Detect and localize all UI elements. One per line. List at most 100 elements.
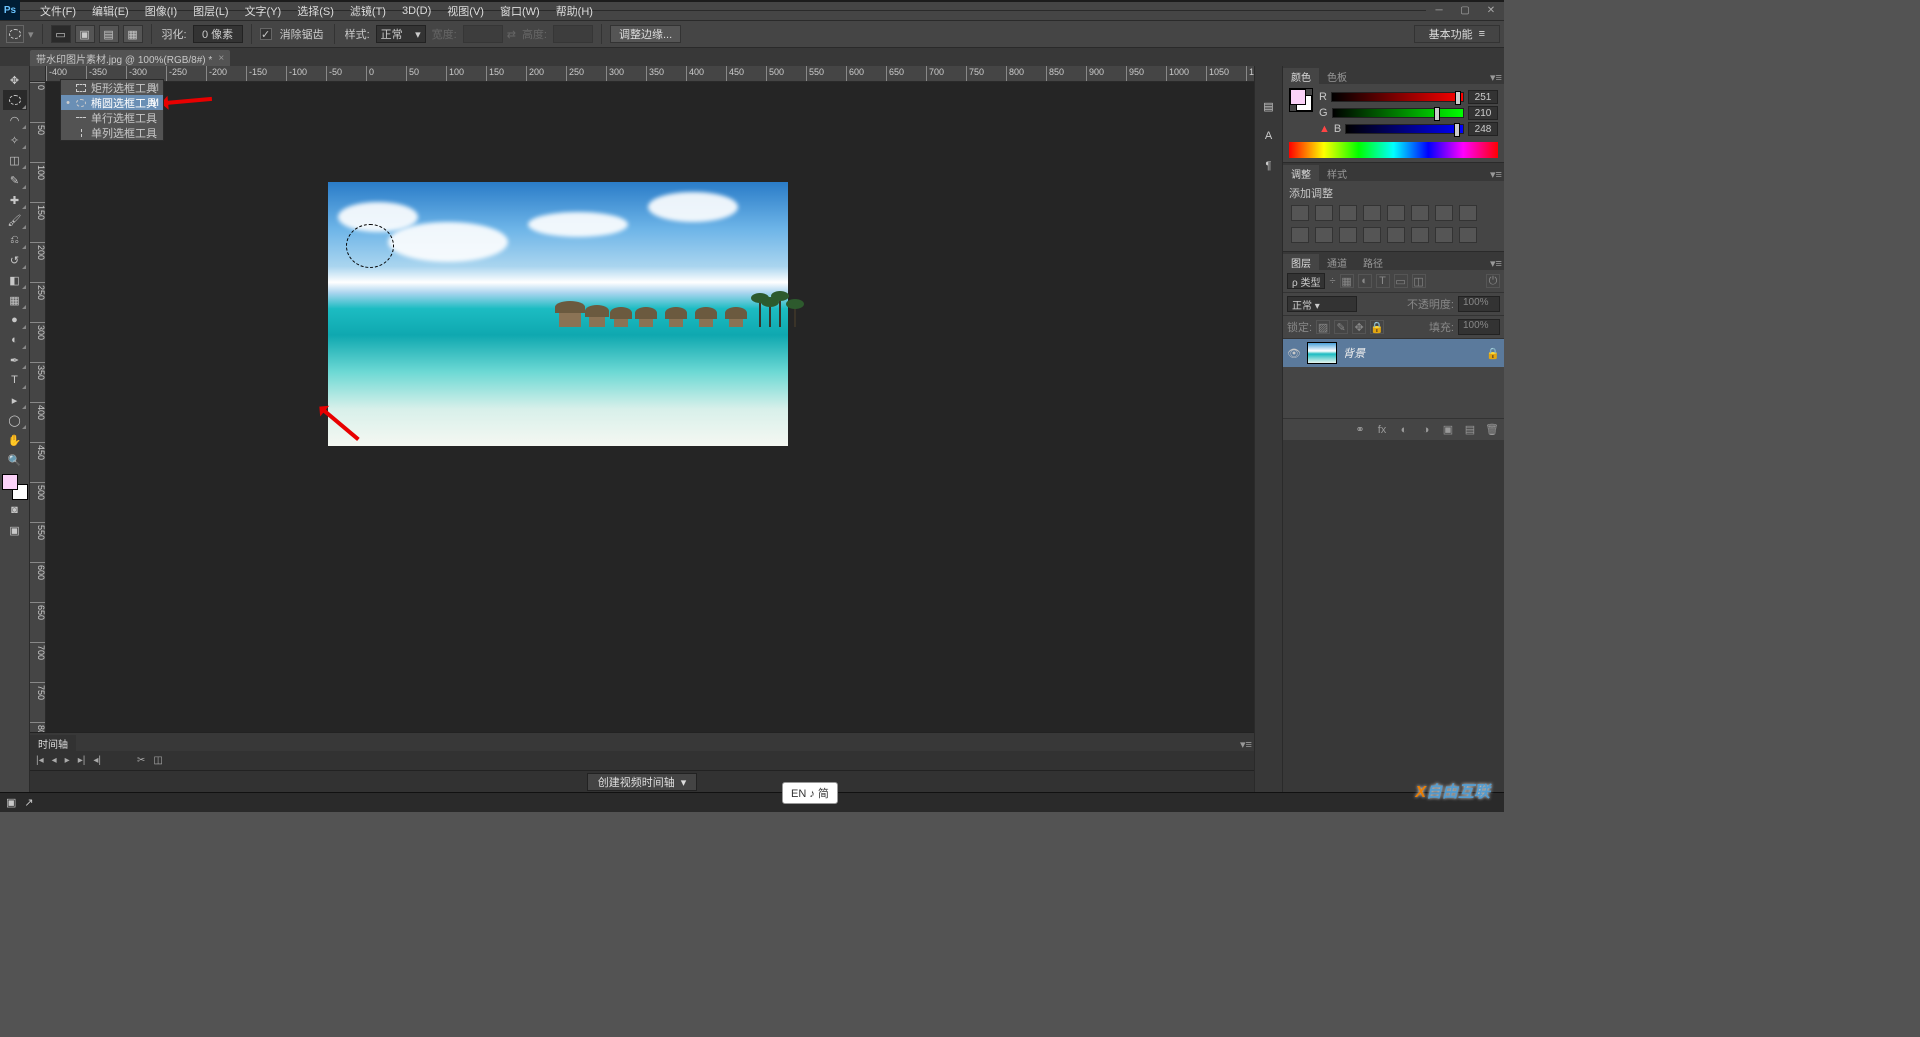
- ruler-horizontal[interactable]: -400-350-300-250-200-150-100-50050100150…: [46, 66, 1254, 82]
- layer-mask-icon[interactable]: ◐: [1396, 422, 1412, 438]
- g-slider[interactable]: [1332, 108, 1464, 118]
- shape-tool[interactable]: ◯: [3, 410, 27, 430]
- workspace-switcher[interactable]: 基本功能 ≡: [1414, 25, 1500, 43]
- g-input[interactable]: [1468, 106, 1498, 120]
- menu-view[interactable]: 视图(V): [439, 1, 492, 21]
- taskbar-icon[interactable]: ↗: [24, 796, 33, 809]
- panel-menu-icon[interactable]: ▾≡: [1488, 257, 1504, 270]
- gradient-map-adjustment-icon[interactable]: [1435, 227, 1453, 243]
- elliptical-marquee-selection[interactable]: [346, 224, 394, 268]
- eraser-tool[interactable]: ◧: [3, 270, 27, 290]
- flyout-elliptical-marquee[interactable]: • 椭圆选框工具M: [61, 95, 163, 110]
- timeline-transition-icon[interactable]: ◫: [153, 755, 162, 766]
- pen-tool[interactable]: ✒: [3, 350, 27, 370]
- lock-all-icon[interactable]: 🔒: [1370, 320, 1384, 334]
- ruler-vertical[interactable]: 0501001502002503003504004505005506006507…: [30, 82, 46, 794]
- selection-add-button[interactable]: ▣: [75, 25, 95, 43]
- dodge-tool[interactable]: ◐: [3, 330, 27, 350]
- menu-select[interactable]: 选择(S): [289, 1, 342, 21]
- lock-position-icon[interactable]: ✥: [1352, 320, 1366, 334]
- tab-color[interactable]: 颜色: [1283, 68, 1319, 84]
- tab-channels[interactable]: 通道: [1319, 254, 1355, 270]
- timeline-first-frame-icon[interactable]: |◂: [36, 755, 44, 766]
- levels-adjustment-icon[interactable]: [1315, 205, 1333, 221]
- menu-image[interactable]: 图像(I): [137, 1, 185, 21]
- menu-layer[interactable]: 图层(L): [185, 1, 236, 21]
- b-slider[interactable]: [1345, 124, 1464, 134]
- photo-filter-adjustment-icon[interactable]: [1291, 227, 1309, 243]
- type-tool[interactable]: T: [3, 370, 27, 390]
- layer-name[interactable]: 背景: [1343, 345, 1480, 361]
- move-tool[interactable]: ✥: [3, 70, 27, 90]
- selection-new-button[interactable]: ▭: [51, 25, 71, 43]
- zoom-tool[interactable]: 🔍: [3, 450, 27, 470]
- menu-help[interactable]: 帮助(H): [548, 1, 601, 21]
- layer-fx-icon[interactable]: fx: [1374, 422, 1390, 438]
- color-balance-adjustment-icon[interactable]: [1435, 205, 1453, 221]
- lasso-tool[interactable]: ◠: [3, 110, 27, 130]
- menu-window[interactable]: 窗口(W): [492, 1, 548, 21]
- marquee-tool[interactable]: [3, 90, 27, 110]
- brush-tool[interactable]: 🖌: [3, 210, 27, 230]
- brightness-adjustment-icon[interactable]: [1291, 205, 1309, 221]
- tab-timeline[interactable]: 时间轴: [30, 735, 76, 751]
- filter-adjust-icon[interactable]: ◐: [1358, 274, 1372, 288]
- filter-toggle[interactable]: ⏻: [1486, 274, 1500, 288]
- window-minimize-button[interactable]: ─: [1426, 3, 1452, 17]
- feather-input[interactable]: [193, 25, 243, 43]
- timeline-next-frame-icon[interactable]: ▸|: [78, 755, 86, 766]
- tab-adjustments[interactable]: 调整: [1283, 165, 1319, 181]
- curves-adjustment-icon[interactable]: [1339, 205, 1357, 221]
- flyout-rectangular-marquee[interactable]: 矩形选框工具M: [61, 80, 163, 95]
- panel-menu-icon[interactable]: ▾≡: [1488, 168, 1504, 181]
- timeline-prev-frame-icon[interactable]: ◂: [52, 755, 57, 766]
- path-selection-tool[interactable]: ▸: [3, 390, 27, 410]
- history-brush-tool[interactable]: ↺: [3, 250, 27, 270]
- gradient-tool[interactable]: ▦: [3, 290, 27, 310]
- taskbar-icon[interactable]: ▣: [6, 796, 16, 809]
- crop-tool[interactable]: ◫: [3, 150, 27, 170]
- document-tab[interactable]: 带水印图片素材.jpg @ 100%(RGB/8#) * ×: [30, 50, 230, 66]
- flyout-single-column-marquee[interactable]: 单列选框工具: [61, 125, 163, 140]
- menu-edit[interactable]: 编辑(E): [84, 1, 137, 21]
- selective-color-adjustment-icon[interactable]: [1459, 227, 1477, 243]
- selection-subtract-button[interactable]: ▤: [99, 25, 119, 43]
- delete-layer-icon[interactable]: 🗑: [1484, 422, 1500, 438]
- menu-type[interactable]: 文字(Y): [237, 1, 290, 21]
- color-preview[interactable]: [1289, 88, 1313, 112]
- antialias-checkbox[interactable]: ✓: [260, 28, 272, 40]
- flyout-single-row-marquee[interactable]: 单行选框工具: [61, 110, 163, 125]
- b-input[interactable]: [1468, 122, 1498, 136]
- document-tab-close-icon[interactable]: ×: [218, 53, 224, 64]
- style-select[interactable]: 正常▾: [376, 25, 426, 43]
- color-lookup-adjustment-icon[interactable]: [1339, 227, 1357, 243]
- timeline-play-icon[interactable]: ▸: [65, 755, 70, 766]
- magic-wand-tool[interactable]: ✧: [3, 130, 27, 150]
- eyedropper-tool[interactable]: ✎: [3, 170, 27, 190]
- blend-mode-select[interactable]: 正常 ▾: [1287, 296, 1357, 312]
- selection-intersect-button[interactable]: ▦: [123, 25, 143, 43]
- layer-filter-kind[interactable]: ρ 类型: [1287, 273, 1325, 289]
- color-spectrum[interactable]: [1289, 142, 1498, 158]
- threshold-adjustment-icon[interactable]: [1411, 227, 1429, 243]
- layer-visibility-icon[interactable]: 👁: [1287, 346, 1301, 360]
- tab-paths[interactable]: 路径: [1355, 254, 1391, 270]
- character-panel-icon[interactable]: A: [1259, 126, 1279, 146]
- link-layers-icon[interactable]: ⚭: [1352, 422, 1368, 438]
- tool-preset-icon[interactable]: [6, 25, 24, 43]
- filter-pixel-icon[interactable]: ▦: [1340, 274, 1354, 288]
- posterize-adjustment-icon[interactable]: [1387, 227, 1405, 243]
- tab-layers[interactable]: 图层: [1283, 254, 1319, 270]
- new-fill-icon[interactable]: ◑: [1418, 422, 1434, 438]
- foreground-color-swatch[interactable]: [2, 474, 18, 490]
- color-swatches[interactable]: [2, 474, 28, 500]
- new-group-icon[interactable]: ▣: [1440, 422, 1456, 438]
- exposure-adjustment-icon[interactable]: [1363, 205, 1381, 221]
- tab-swatches[interactable]: 色板: [1319, 68, 1355, 84]
- screen-mode-button[interactable]: ▣: [3, 520, 27, 540]
- bw-adjustment-icon[interactable]: [1459, 205, 1477, 221]
- tab-styles[interactable]: 样式: [1319, 165, 1355, 181]
- window-close-button[interactable]: ✕: [1478, 3, 1504, 17]
- layer-thumbnail[interactable]: [1307, 342, 1337, 364]
- timeline-audio-icon[interactable]: ◂|: [93, 755, 101, 766]
